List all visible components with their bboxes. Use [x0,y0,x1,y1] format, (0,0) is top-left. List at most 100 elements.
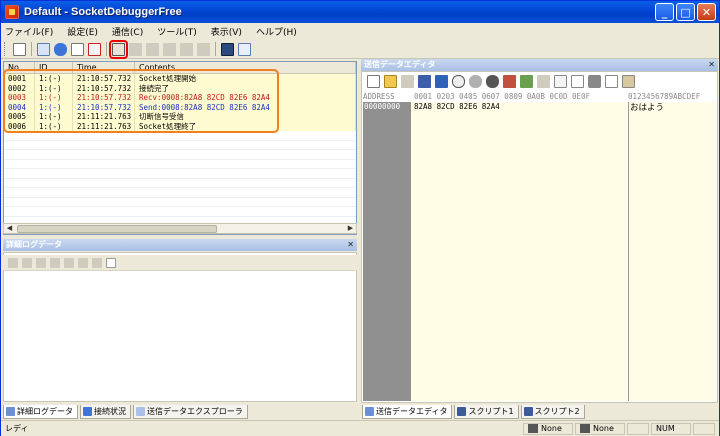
status-bar: レディ None None NUM [1,420,719,436]
new-file-icon[interactable] [367,74,380,88]
ascii-cell[interactable]: おはよう [630,101,664,113]
empty-row [4,178,356,188]
table-row[interactable]: 0006 1:(-) 21:11:21.763 Socket処理終了 [4,121,356,131]
num-lock-indicator: NUM [651,422,691,435]
record-icon[interactable] [469,74,482,88]
hex-column[interactable] [411,102,627,401]
save-disabled-icon[interactable] [401,74,414,88]
maximize-button[interactable]: □ [676,3,695,21]
toolbar-separator [106,42,107,56]
document-icon[interactable] [571,74,584,88]
ascii-column[interactable] [628,102,716,401]
image-icon[interactable] [435,74,448,88]
status-text: レディ [5,424,29,433]
scroll-left-icon[interactable]: ◀ [4,224,15,233]
status-indicator-icon [528,424,538,433]
copy-icon[interactable] [78,257,88,268]
detail-panel[interactable] [3,252,357,402]
tab-send-data-editor[interactable]: 送信データエディタ [362,405,453,419]
delete-icon[interactable] [88,42,101,56]
start-icon[interactable] [109,39,128,59]
refresh-icon[interactable] [486,74,499,88]
scroll-thumb[interactable] [17,224,217,233]
title-bar[interactable]: Default - SocketDebuggerFree _ □ ✕ [1,1,719,23]
menu-communication[interactable]: 通信(C) [112,25,143,38]
search-icon[interactable] [452,74,465,88]
step-icon[interactable] [129,42,142,56]
toolbar-separator [215,42,216,56]
log-icon [6,407,15,416]
cut-icon[interactable] [588,74,601,88]
empty-row [4,140,356,150]
col-no[interactable]: No. [4,62,35,74]
tab-connection-status[interactable]: 接続状況 [80,405,131,419]
step-over-icon[interactable] [146,42,159,56]
hex-cell[interactable]: 82A8 82CD 82E6 82A4 [414,102,500,111]
copy-icon[interactable] [605,74,618,88]
new-file-icon[interactable] [13,42,26,56]
empty-row [4,207,356,217]
tab-send-data-explorer[interactable]: 送信データエクスプローラ [133,405,248,419]
network-icon [83,407,92,416]
col-contents[interactable]: Contents [135,62,356,74]
stop-icon[interactable] [180,42,193,56]
menu-view[interactable]: 表示(V) [211,25,242,38]
document-icon[interactable] [71,42,84,56]
menu-settings[interactable]: 設定(E) [67,25,98,38]
paste-icon[interactable] [622,74,635,88]
pause-icon[interactable] [163,42,176,56]
editor-icon [365,407,374,416]
scroll-right-icon[interactable]: ▶ [345,224,356,233]
detail-panel-title-text: 詳細ログデータ [6,240,62,249]
monitor-icon[interactable] [221,42,234,56]
minimize-button[interactable]: _ [655,3,674,21]
reset-icon[interactable] [197,42,210,56]
menu-file[interactable]: ファイル(F) [5,25,53,38]
menu-tools[interactable]: ツール(T) [157,25,197,38]
flag-icon[interactable] [520,74,533,88]
note-icon[interactable] [106,257,116,268]
tab-detail-log[interactable]: 詳細ログデータ [3,405,78,419]
status-cell-empty [627,422,649,435]
paste-icon[interactable] [92,257,102,268]
tab-script1[interactable]: スクリプト1 [454,405,519,419]
open-folder-icon[interactable] [384,74,397,88]
properties-icon[interactable] [37,42,50,56]
col-time[interactable]: Time [73,62,135,74]
connect-icon[interactable] [54,42,67,56]
grid-icon[interactable] [554,74,567,88]
log-list[interactable]: No. ID Time Contents 0001 1:(-) 21:10:57.7… [3,61,357,235]
table-row[interactable]: 0002 1:(-) 21:10:57.732 接続完了 [4,83,356,93]
log-list-header: No. ID Time Contents [4,62,356,74]
left-tab-strip: 詳細ログデータ 接続状況 送信データエクスプローラ [3,405,248,419]
log-hscrollbar[interactable]: ◀ ▶ [3,223,357,234]
detail-panel-title[interactable]: 詳細ログデータ ✕ [3,239,357,251]
record-icon[interactable] [50,257,60,268]
tab-script2[interactable]: スクリプト2 [520,405,585,419]
address-cell: 00000000 [364,102,401,111]
status-indicator-icon [580,424,590,433]
save-icon[interactable] [8,257,18,268]
close-button[interactable]: ✕ [697,3,716,21]
app-window: Default - SocketDebuggerFree _ □ ✕ ファイル(… [0,0,720,436]
chat-icon[interactable] [238,42,251,56]
menu-help[interactable]: ヘルプ(H) [256,25,297,38]
undo-icon[interactable] [503,74,516,88]
redo-icon[interactable] [537,74,550,88]
toolbar-grip[interactable] [4,42,7,56]
close-icon[interactable]: ✕ [708,59,715,71]
script-icon [523,407,533,416]
table-row[interactable]: 0001 1:(-) 21:10:57.732 Socket処理開始 [4,74,356,84]
save-as-icon[interactable] [22,257,32,268]
table-row[interactable]: 0004 1:(-) 21:10:57.732 Send:0008:82A8 82CD… [4,102,356,112]
save-icon[interactable] [418,74,431,88]
status-cell-empty [693,422,715,435]
close-icon[interactable]: ✕ [347,239,354,251]
col-id[interactable]: ID [35,62,73,74]
editor-panel-title[interactable]: 送信データエディタ ✕ [361,59,718,71]
table-row[interactable]: 0005 1:(-) 21:11:21.763 切断信号受信 [4,112,356,122]
refresh-icon[interactable] [64,257,74,268]
search-icon[interactable] [36,257,46,268]
table-row[interactable]: 0003 1:(-) 21:10:57.732 Recv:0008:82A8 82CD… [4,93,356,103]
app-icon[interactable] [5,5,19,19]
